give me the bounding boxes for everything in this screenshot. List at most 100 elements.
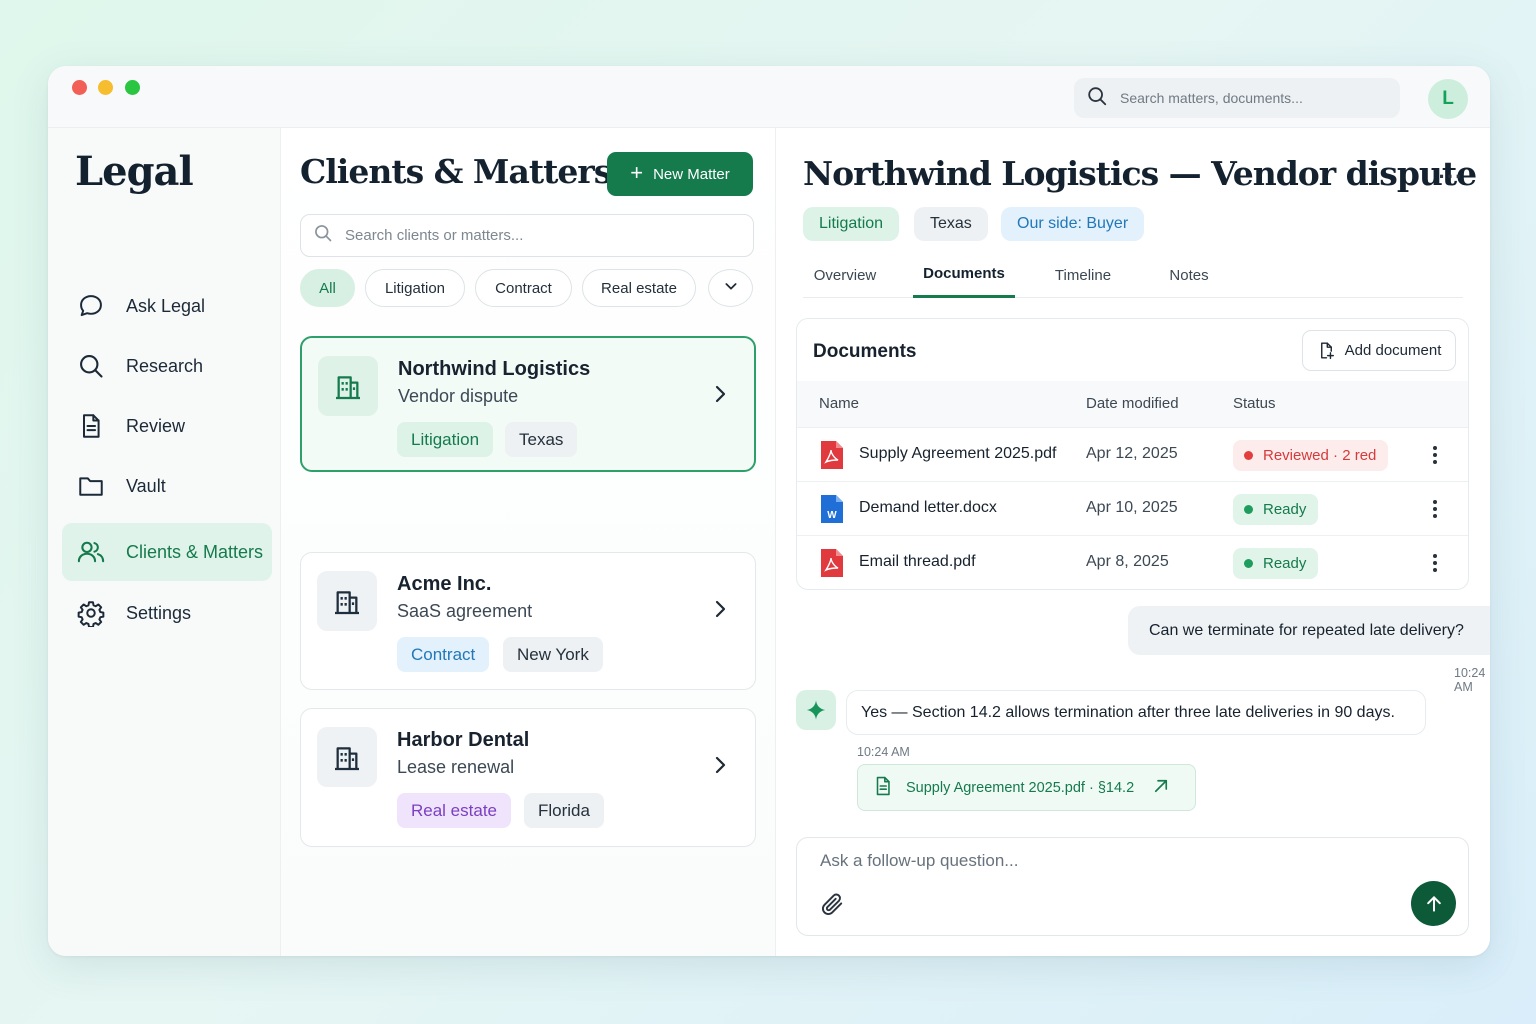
matter-card[interactable]: Acme Inc. SaaS agreement Contract New Yo… xyxy=(300,552,756,690)
filter-chip-all[interactable]: All xyxy=(300,269,355,307)
gear-icon xyxy=(76,598,106,628)
sidebar-item-ask-legal[interactable]: Ask Legal xyxy=(62,278,272,334)
message-timestamp: 10:24 AM xyxy=(1454,666,1486,694)
follow-up-input[interactable] xyxy=(820,851,1380,881)
pdf-file-icon xyxy=(819,440,845,475)
sidebar-item-label: Vault xyxy=(126,475,166,496)
row-menu-button[interactable] xyxy=(1425,550,1445,576)
brand-logo: Legal xyxy=(75,148,194,195)
documents-table-header: Name Date modified Status xyxy=(797,381,1468,427)
citation-link[interactable]: Supply Agreement 2025.pdf · §14.2 xyxy=(857,764,1196,811)
more-options-button[interactable]: ··· xyxy=(1436,164,1466,190)
new-matter-label: New Matter xyxy=(653,165,730,183)
page-title: Clients & Matters xyxy=(300,152,612,191)
sidebar-item-vault[interactable]: Vault xyxy=(62,458,272,514)
sparkle-icon xyxy=(796,690,836,730)
search-icon xyxy=(76,351,106,381)
document-name[interactable]: Email thread.pdf xyxy=(859,553,976,571)
client-name: Northwind Logistics xyxy=(398,358,591,380)
matter-name: SaaS agreement xyxy=(397,601,533,621)
matter-tag: Litigation xyxy=(397,422,494,457)
status-badge: Ready xyxy=(1233,494,1319,525)
document-icon xyxy=(872,774,894,802)
column-header-date[interactable]: Date modified xyxy=(1086,395,1179,412)
building-icon xyxy=(317,727,377,787)
matter-name: Lease renewal xyxy=(397,757,515,777)
more-filters-button[interactable] xyxy=(708,269,753,307)
document-name[interactable]: Demand letter.docx xyxy=(859,499,997,517)
close-window-button[interactable] xyxy=(72,80,87,95)
sidebar-item-settings[interactable]: Settings xyxy=(62,585,272,641)
chevron-right-icon xyxy=(708,597,732,626)
sidebar-item-research[interactable]: Research xyxy=(62,338,272,394)
chevron-down-icon xyxy=(723,278,739,298)
detail-tabs: Overview Documents Timeline Notes xyxy=(803,252,1463,298)
document-date: Apr 8, 2025 xyxy=(1086,553,1169,570)
sidebar-item-label: Research xyxy=(126,355,204,376)
user-message: Can we terminate for repeated late deliv… xyxy=(1128,606,1490,655)
external-link-icon xyxy=(1152,777,1170,799)
app-window: L Legal Ask Legal Research Review xyxy=(48,66,1490,956)
matter-tag: New York xyxy=(503,637,603,672)
documents-panel: Documents Add document Name Date modifie… xyxy=(796,318,1469,590)
column-header-name[interactable]: Name xyxy=(819,395,859,412)
chevron-right-icon xyxy=(708,753,732,782)
chat-bubble-icon xyxy=(76,291,106,321)
tab-notes[interactable]: Notes xyxy=(1145,252,1233,298)
svg-text:W: W xyxy=(827,510,837,521)
search-icon xyxy=(313,223,333,248)
user-avatar[interactable]: L xyxy=(1428,79,1468,119)
new-matter-button[interactable]: + New Matter xyxy=(607,152,753,196)
document-name[interactable]: Supply Agreement 2025.pdf xyxy=(859,445,1056,463)
tab-overview[interactable]: Overview xyxy=(795,252,895,298)
assistant-message: Yes — Section 14.2 allows termination af… xyxy=(846,690,1426,735)
folder-icon xyxy=(76,471,106,501)
sidebar-item-review[interactable]: Review xyxy=(62,398,272,454)
matter-tag: Florida xyxy=(524,793,604,828)
citation-label: Supply Agreement 2025.pdf · §14.2 xyxy=(906,779,1135,796)
add-document-button[interactable]: Add document xyxy=(1302,330,1456,371)
sidebar-item-label: Settings xyxy=(126,602,192,623)
row-menu-button[interactable] xyxy=(1425,442,1445,468)
matters-search[interactable] xyxy=(300,214,754,257)
matter-tag: Texas xyxy=(914,207,988,241)
table-row[interactable]: Email thread.pdf Apr 8, 2025 Ready xyxy=(797,535,1468,589)
maximize-window-button[interactable] xyxy=(125,80,140,95)
column-header-status[interactable]: Status xyxy=(1233,395,1276,412)
matter-tag: Contract xyxy=(397,637,490,672)
title-bar: L xyxy=(48,66,1490,128)
add-document-label: Add document xyxy=(1344,342,1442,359)
table-row[interactable]: W Demand letter.docx Apr 10, 2025 Ready xyxy=(797,481,1468,535)
minimize-window-button[interactable] xyxy=(98,80,113,95)
building-icon xyxy=(317,571,377,631)
matter-detail-panel: Northwind Logistics — Vendor dispute ···… xyxy=(776,128,1490,956)
matter-card[interactable]: Harbor Dental Lease renewal Real estate … xyxy=(300,708,756,847)
matters-list-panel: Clients & Matters + New Matter All Litig… xyxy=(281,128,776,956)
table-row[interactable]: Supply Agreement 2025.pdf Apr 12, 2025 R… xyxy=(797,427,1468,481)
send-button[interactable] xyxy=(1411,881,1456,926)
matter-tag: Real estate xyxy=(397,793,511,828)
global-search[interactable] xyxy=(1074,78,1400,118)
sidebar-item-label: Review xyxy=(126,415,186,436)
filter-chip-contract[interactable]: Contract xyxy=(475,269,572,307)
matter-title: Northwind Logistics — Vendor dispute xyxy=(803,154,1477,193)
matters-search-input[interactable] xyxy=(345,227,725,244)
plus-icon: + xyxy=(630,160,644,185)
sidebar-item-label: Clients & Matters xyxy=(126,541,264,562)
client-name: Acme Inc. xyxy=(397,573,492,595)
sidebar-item-clients-matters[interactable]: Clients & Matters xyxy=(62,523,272,581)
tab-documents[interactable]: Documents xyxy=(913,252,1015,298)
global-search-input[interactable] xyxy=(1120,90,1380,106)
filter-chip-real-estate[interactable]: Real estate xyxy=(582,269,696,307)
matter-card[interactable]: Northwind Logistics Vendor dispute Litig… xyxy=(300,336,756,472)
paperclip-icon[interactable] xyxy=(819,891,845,922)
search-icon xyxy=(1086,85,1108,112)
document-icon xyxy=(76,411,106,441)
chevron-right-icon xyxy=(708,382,732,411)
row-menu-button[interactable] xyxy=(1425,496,1445,522)
sidebar: Legal Ask Legal Research Review Vault Cl… xyxy=(48,128,281,956)
tab-timeline[interactable]: Timeline xyxy=(1033,252,1133,298)
status-badge: Reviewed · 2 red xyxy=(1233,440,1389,471)
chat-composer xyxy=(796,837,1469,936)
filter-chip-litigation[interactable]: Litigation xyxy=(365,269,465,307)
